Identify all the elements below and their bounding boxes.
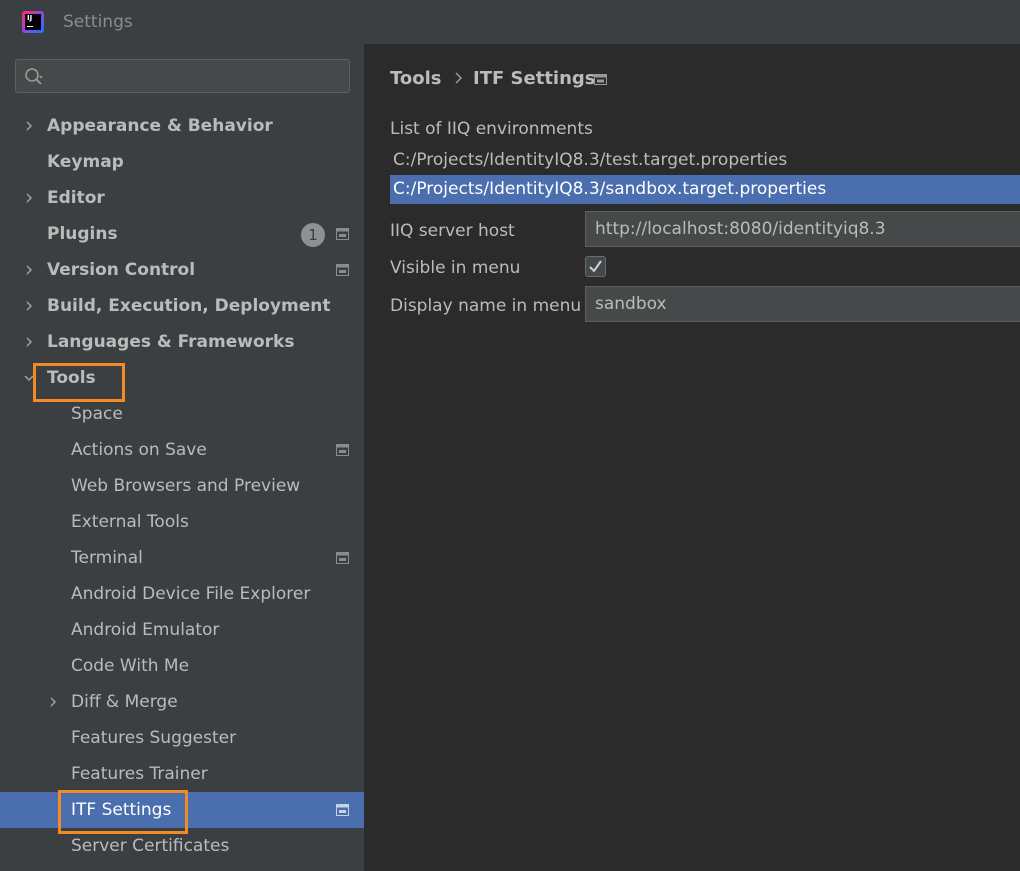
project-settings-icon	[594, 74, 607, 85]
sidebar-item-label: Features Suggester	[71, 728, 237, 748]
chevron-right-icon[interactable]	[24, 121, 34, 131]
sidebar-item-languages-and-frameworks[interactable]: Languages & Frameworks	[0, 324, 364, 360]
environment-list-item-selected[interactable]: C:/Projects/IdentityIQ8.3/sandbox.target…	[390, 175, 1020, 204]
sidebar-item-label: Tools	[47, 368, 96, 388]
sidebar-item-label: Plugins	[47, 224, 118, 244]
sidebar-item-label: Terminal	[71, 548, 143, 568]
sidebar-item-editor[interactable]: Editor	[0, 180, 364, 216]
sidebar-item-label: Code With Me	[71, 656, 190, 676]
sidebar-item-build-execution-deployment[interactable]: Build, Execution, Deployment	[0, 288, 364, 324]
sidebar-item-label: Android Emulator	[71, 620, 220, 640]
chevron-right-icon[interactable]	[24, 301, 34, 311]
sidebar-item-plugins[interactable]: Plugins 1	[0, 216, 364, 252]
project-settings-icon	[336, 264, 349, 276]
sidebar-item-server-certificates[interactable]: Server Certificates	[0, 828, 364, 864]
breadcrumb-chevron-icon	[455, 72, 463, 84]
server-host-input[interactable]: http://localhost:8080/identityiq8.3	[585, 211, 1020, 247]
window-title: Settings	[63, 12, 133, 32]
sidebar-item-label: Actions on Save	[71, 440, 207, 460]
sidebar-item-label: Keymap	[47, 152, 124, 172]
chevron-right-icon[interactable]	[24, 337, 34, 347]
sidebar-item-label: Android Device File Explorer	[71, 584, 311, 604]
chevron-right-icon[interactable]	[48, 697, 58, 707]
sidebar-item-label: ITF Settings	[71, 800, 172, 820]
project-settings-icon	[336, 228, 349, 240]
sidebar-item-label: Web Browsers and Preview	[71, 476, 301, 496]
chevron-right-icon[interactable]	[24, 265, 34, 275]
chevron-right-icon[interactable]	[24, 193, 34, 203]
sidebar-item-label: External Tools	[71, 512, 189, 532]
server-host-label: IIQ server host	[390, 221, 515, 241]
sidebar-item-external-tools[interactable]: External Tools	[0, 504, 364, 540]
checkmark-icon	[589, 260, 602, 273]
project-settings-icon	[336, 552, 349, 564]
sidebar-item-label: Build, Execution, Deployment	[47, 296, 331, 316]
sidebar-item-label: Diff & Merge	[71, 692, 178, 712]
intellij-logo-icon: IJ	[22, 11, 44, 33]
breadcrumb-current: ITF Settings	[473, 68, 596, 89]
sidebar-item-code-with-me[interactable]: Code With Me	[0, 648, 364, 684]
sidebar-item-label: Version Control	[47, 260, 196, 280]
sidebar-item-label: Editor	[47, 188, 105, 208]
environments-list-label: List of IIQ environments	[390, 119, 593, 139]
sidebar-item-version-control[interactable]: Version Control	[0, 252, 364, 288]
sidebar-item-label: Appearance & Behavior	[47, 116, 273, 136]
sidebar-item-keymap[interactable]: Keymap	[0, 144, 364, 180]
sidebar-item-web-browsers-and-preview[interactable]: Web Browsers and Preview	[0, 468, 364, 504]
breadcrumb-parent[interactable]: Tools	[390, 68, 442, 89]
visible-in-menu-checkbox[interactable]	[585, 256, 606, 277]
environment-list-item[interactable]: C:/Projects/IdentityIQ8.3/test.target.pr…	[390, 146, 1020, 175]
settings-sidebar: Appearance & Behavior Keymap Editor Plugins…	[0, 44, 364, 871]
sidebar-item-label: Server Certificates	[71, 836, 230, 856]
sidebar-item-android-emulator[interactable]: Android Emulator	[0, 612, 364, 648]
sidebar-item-tools[interactable]: Tools	[0, 360, 364, 396]
sidebar-item-appearance-and-behavior[interactable]: Appearance & Behavior	[0, 108, 364, 144]
sidebar-item-label: Features Trainer	[71, 764, 208, 784]
display-name-input[interactable]: sandbox	[585, 286, 1020, 322]
chevron-down-icon[interactable]	[24, 373, 34, 383]
search-input[interactable]	[15, 59, 350, 93]
sidebar-item-itf-settings[interactable]: ITF Settings	[0, 792, 364, 828]
update-count-badge: 1	[301, 223, 325, 247]
project-settings-icon	[336, 444, 349, 456]
title-bar: IJ Settings	[0, 0, 1020, 44]
sidebar-item-label: Space	[71, 404, 123, 424]
search-icon	[25, 68, 43, 85]
sidebar-item-terminal[interactable]: Terminal	[0, 540, 364, 576]
sidebar-item-android-device-file-explorer[interactable]: Android Device File Explorer	[0, 576, 364, 612]
project-settings-icon	[336, 804, 349, 816]
visible-in-menu-label: Visible in menu	[390, 258, 521, 278]
sidebar-item-label: Languages & Frameworks	[47, 332, 295, 352]
display-name-label: Display name in menu	[390, 296, 582, 316]
sidebar-item-actions-on-save[interactable]: Actions on Save	[0, 432, 364, 468]
sidebar-item-diff-and-merge[interactable]: Diff & Merge	[0, 684, 364, 720]
settings-main-panel: Tools ITF Settings List of IIQ environme…	[364, 44, 1020, 871]
sidebar-item-space[interactable]: Space	[0, 396, 364, 432]
sidebar-item-features-trainer[interactable]: Features Trainer	[0, 756, 364, 792]
sidebar-item-features-suggester[interactable]: Features Suggester	[0, 720, 364, 756]
